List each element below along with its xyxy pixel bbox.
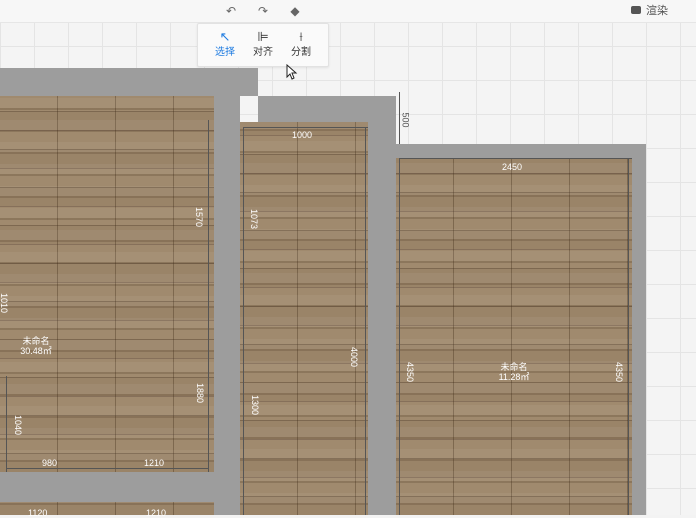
dim-label: 1880 (195, 382, 206, 404)
split-icon: ⟊ (299, 29, 303, 44)
room-name: 未命名 (22, 336, 50, 346)
dim-label: 1010 (0, 292, 10, 314)
dim-label: 2450 (502, 162, 523, 172)
dim-line-right-right (628, 158, 629, 515)
room-label-right[interactable]: 未命名 11.28㎡ (492, 362, 536, 382)
room-floor-right[interactable] (396, 158, 632, 515)
top-toolbar: ↶ ↷ ◆ 渲染 (0, 0, 696, 23)
align-tool-button[interactable]: ⊫ 对齐 (245, 28, 281, 64)
dim-line-right-left (399, 158, 400, 515)
dim-label: 4000 (349, 346, 360, 368)
room-label-left[interactable]: 未命名 30.48㎡ (14, 336, 58, 356)
align-tool-label: 对齐 (253, 47, 273, 58)
select-tool-button[interactable]: ↖ 选择 (207, 28, 243, 64)
room-floor-left[interactable] (0, 96, 214, 472)
render-button[interactable]: 渲染 (631, 4, 668, 18)
dim-line-2450 (399, 158, 632, 159)
undo-arrow-icon[interactable]: ↶ (224, 4, 238, 18)
dim-label: 1300 (250, 394, 261, 416)
wall-bottom-left[interactable] (0, 472, 240, 502)
cursor-arrow-icon: ↖ (219, 29, 231, 44)
room-area: 11.28㎡ (498, 372, 530, 382)
mouse-cursor-icon (286, 64, 298, 80)
eraser-icon[interactable]: ◆ (288, 4, 302, 18)
wall-top-left[interactable] (0, 68, 258, 96)
wall-divider-right[interactable] (368, 96, 396, 515)
dim-line-mid-right (365, 127, 366, 515)
split-tool-button[interactable]: ⟊ 分割 (283, 28, 319, 64)
select-tool-label: 选择 (215, 47, 235, 58)
dim-label: 1040 (13, 414, 24, 436)
wall-divider-left[interactable] (214, 96, 240, 515)
dim-label: 1210 (146, 508, 167, 518)
dim-line-mid-left (243, 127, 244, 515)
dim-label: 4350 (614, 361, 625, 383)
edit-tools-panel: ↖ 选择 ⊫ 对齐 ⟊ 分割 (197, 23, 329, 67)
dim-line-left-bottom (6, 376, 7, 472)
dim-line-bottom (6, 468, 208, 469)
dim-label: 1570 (194, 206, 205, 228)
room-name: 未命名 (500, 362, 528, 372)
align-left-icon: ⊫ (257, 29, 269, 44)
wall-top-right[interactable] (372, 144, 646, 158)
dim-label: 1000 (292, 130, 313, 140)
split-tool-label: 分割 (291, 47, 311, 58)
dim-label: 980 (42, 458, 58, 468)
dim-label: 1073 (249, 208, 260, 230)
camera-icon (631, 6, 641, 15)
dim-line-left-room-right (208, 120, 209, 472)
dim-label: 500 (400, 112, 411, 128)
render-label: 渲染 (646, 5, 668, 17)
dim-label: 4350 (405, 361, 416, 383)
dim-line-1000 (244, 127, 368, 128)
dim-label: 1120 (28, 508, 48, 518)
room-area: 30.48㎡ (20, 346, 52, 356)
wall-right[interactable] (632, 144, 646, 515)
room-floor-middle[interactable] (240, 122, 368, 515)
dim-label: 1210 (144, 458, 165, 468)
redo-arrow-icon[interactable]: ↷ (256, 4, 270, 18)
